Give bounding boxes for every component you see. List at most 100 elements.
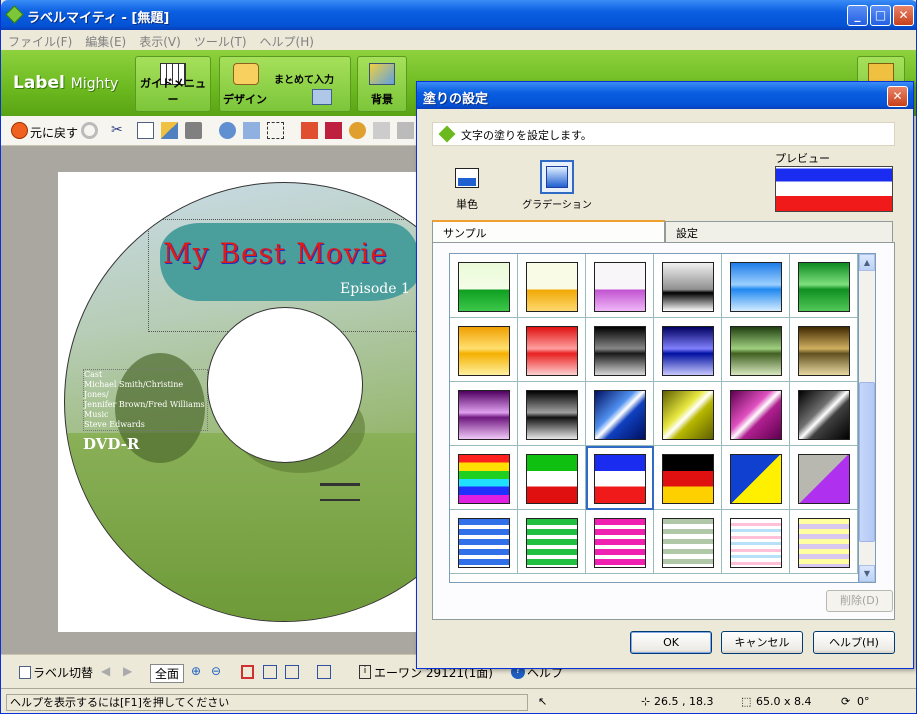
undo-label[interactable]: 元に戻す	[30, 124, 78, 141]
dialog-close-button[interactable]: ✕	[887, 86, 908, 107]
background-button[interactable]: 背景	[357, 56, 407, 112]
help-button[interactable]: ヘルプ(H)	[813, 631, 895, 654]
swatch-cell[interactable]	[654, 510, 722, 574]
tab-sample[interactable]: サンプル	[432, 220, 665, 243]
frame-icon[interactable]	[397, 122, 414, 139]
swatch-cell[interactable]	[654, 254, 722, 318]
swatch-cell[interactable]	[518, 382, 586, 446]
swatch-cell[interactable]	[586, 382, 654, 446]
text-style-icon[interactable]	[301, 122, 318, 139]
label-switch-button[interactable]: ラベル切替	[33, 664, 93, 681]
swatch-cell[interactable]	[450, 382, 518, 446]
ok-button[interactable]: OK	[630, 631, 712, 654]
scroll-down-icon[interactable]: ▼	[859, 565, 875, 582]
label-cast-text[interactable]: Cast Michael Smith/Christine Jones/ Jenn…	[83, 369, 208, 431]
bulk-input-label[interactable]: まとめて入力	[274, 71, 334, 86]
next-arrow-icon[interactable]: ▶	[123, 664, 132, 678]
scroll-thumb[interactable]	[859, 382, 875, 542]
maximize-button[interactable]: □	[870, 5, 891, 26]
design-button[interactable]: デザイン まとめて入力	[219, 56, 351, 112]
brand-logo: Label Mighty	[13, 73, 118, 93]
layout-icon[interactable]	[317, 665, 331, 679]
swatch-cell[interactable]	[790, 254, 858, 318]
logo-main: Label	[13, 73, 65, 93]
grid-view-icon[interactable]	[285, 665, 299, 679]
copy-icon[interactable]	[137, 122, 154, 139]
swatch-preview	[730, 262, 782, 312]
swatch-cell[interactable]	[518, 254, 586, 318]
preview-label: プレビュー	[775, 152, 830, 165]
close-button[interactable]: ✕	[893, 5, 914, 26]
select-icon[interactable]	[267, 122, 284, 139]
menu-view[interactable]: 表示(V)	[132, 30, 187, 50]
swatch-cell[interactable]	[722, 318, 790, 382]
swatch-preview	[594, 326, 646, 376]
dialog-title: 塗りの設定	[417, 82, 913, 109]
swatch-cell[interactable]	[722, 382, 790, 446]
menu-edit[interactable]: 編集(E)	[78, 30, 132, 50]
paste-icon[interactable]	[161, 122, 178, 139]
swatch-cell[interactable]	[586, 254, 654, 318]
swatch-preview	[662, 454, 714, 504]
label-media-text[interactable]: DVD-R	[83, 435, 139, 453]
guide-menu-button[interactable]: ガイドメニュー	[135, 56, 211, 112]
info-icon: i	[359, 665, 371, 679]
swatch-cell[interactable]	[450, 446, 518, 510]
label-episode-text[interactable]: Episode 1	[340, 281, 410, 297]
palette-icon[interactable]	[349, 122, 366, 139]
zoom-out-icon[interactable]: ⊖	[211, 664, 221, 678]
swatch-preview	[594, 518, 646, 568]
delete-icon[interactable]	[185, 122, 202, 139]
undo-icon[interactable]	[11, 122, 28, 139]
swatch-cell[interactable]	[518, 446, 586, 510]
swatch-cell[interactable]	[518, 510, 586, 574]
swatch-cell[interactable]	[790, 318, 858, 382]
page-view-icon[interactable]	[241, 665, 254, 679]
swatch-cell[interactable]	[450, 510, 518, 574]
swatch-cell[interactable]	[586, 510, 654, 574]
swatch-cell[interactable]	[586, 446, 654, 510]
swatch-cell[interactable]	[722, 510, 790, 574]
brush-icon[interactable]	[373, 122, 390, 139]
menu-help[interactable]: ヘルプ(H)	[253, 30, 320, 50]
swatch-cell[interactable]	[450, 318, 518, 382]
preview-swatch	[775, 166, 893, 212]
tab-settings[interactable]: 設定	[665, 221, 893, 243]
image-icon[interactable]	[325, 122, 342, 139]
gradient-fill-button[interactable]	[540, 160, 574, 194]
swatch-cell[interactable]	[654, 446, 722, 510]
swatch-cell[interactable]	[790, 382, 858, 446]
zoom-fit-button[interactable]: 全面	[150, 664, 185, 683]
swatch-cell[interactable]	[654, 382, 722, 446]
swatch-cell[interactable]	[790, 446, 858, 510]
solid-fill-button[interactable]	[450, 160, 484, 194]
gradient-fill-label: グラデーション	[522, 200, 592, 211]
swatch-cell[interactable]	[722, 254, 790, 318]
send-back-icon[interactable]	[243, 122, 260, 139]
swatch-cell[interactable]	[450, 254, 518, 318]
cancel-button[interactable]: キャンセル	[721, 631, 803, 654]
scroll-up-icon[interactable]: ▲	[859, 254, 875, 271]
swatch-cell[interactable]	[654, 318, 722, 382]
zoom-in-icon[interactable]: ⊕	[191, 664, 201, 678]
swatch-preview	[526, 390, 578, 440]
menu-file[interactable]: ファイル(F)	[1, 30, 78, 50]
swatch-cell[interactable]	[518, 318, 586, 382]
bring-front-icon[interactable]	[219, 122, 236, 139]
swatch-cell[interactable]	[586, 318, 654, 382]
swatch-scrollbar[interactable]: ▲ ▼	[859, 253, 876, 583]
cast-line: Michael Smith/Christine Jones/	[84, 380, 184, 399]
cut-icon[interactable]: ✂	[111, 122, 128, 139]
bench-shape	[320, 483, 360, 501]
redo-icon[interactable]	[81, 122, 98, 139]
prev-arrow-icon[interactable]: ◀	[101, 664, 110, 678]
swatch-preview	[798, 454, 850, 504]
swatch-preview	[730, 390, 782, 440]
fit-view-icon[interactable]	[263, 665, 277, 679]
label-title-text[interactable]: My Best Movie	[163, 237, 388, 270]
minimize-button[interactable]: _	[847, 5, 868, 26]
swatch-cell[interactable]	[790, 510, 858, 574]
delete-button[interactable]: 削除(D)	[826, 590, 893, 612]
menu-tools[interactable]: ツール(T)	[187, 30, 253, 50]
swatch-cell[interactable]	[722, 446, 790, 510]
